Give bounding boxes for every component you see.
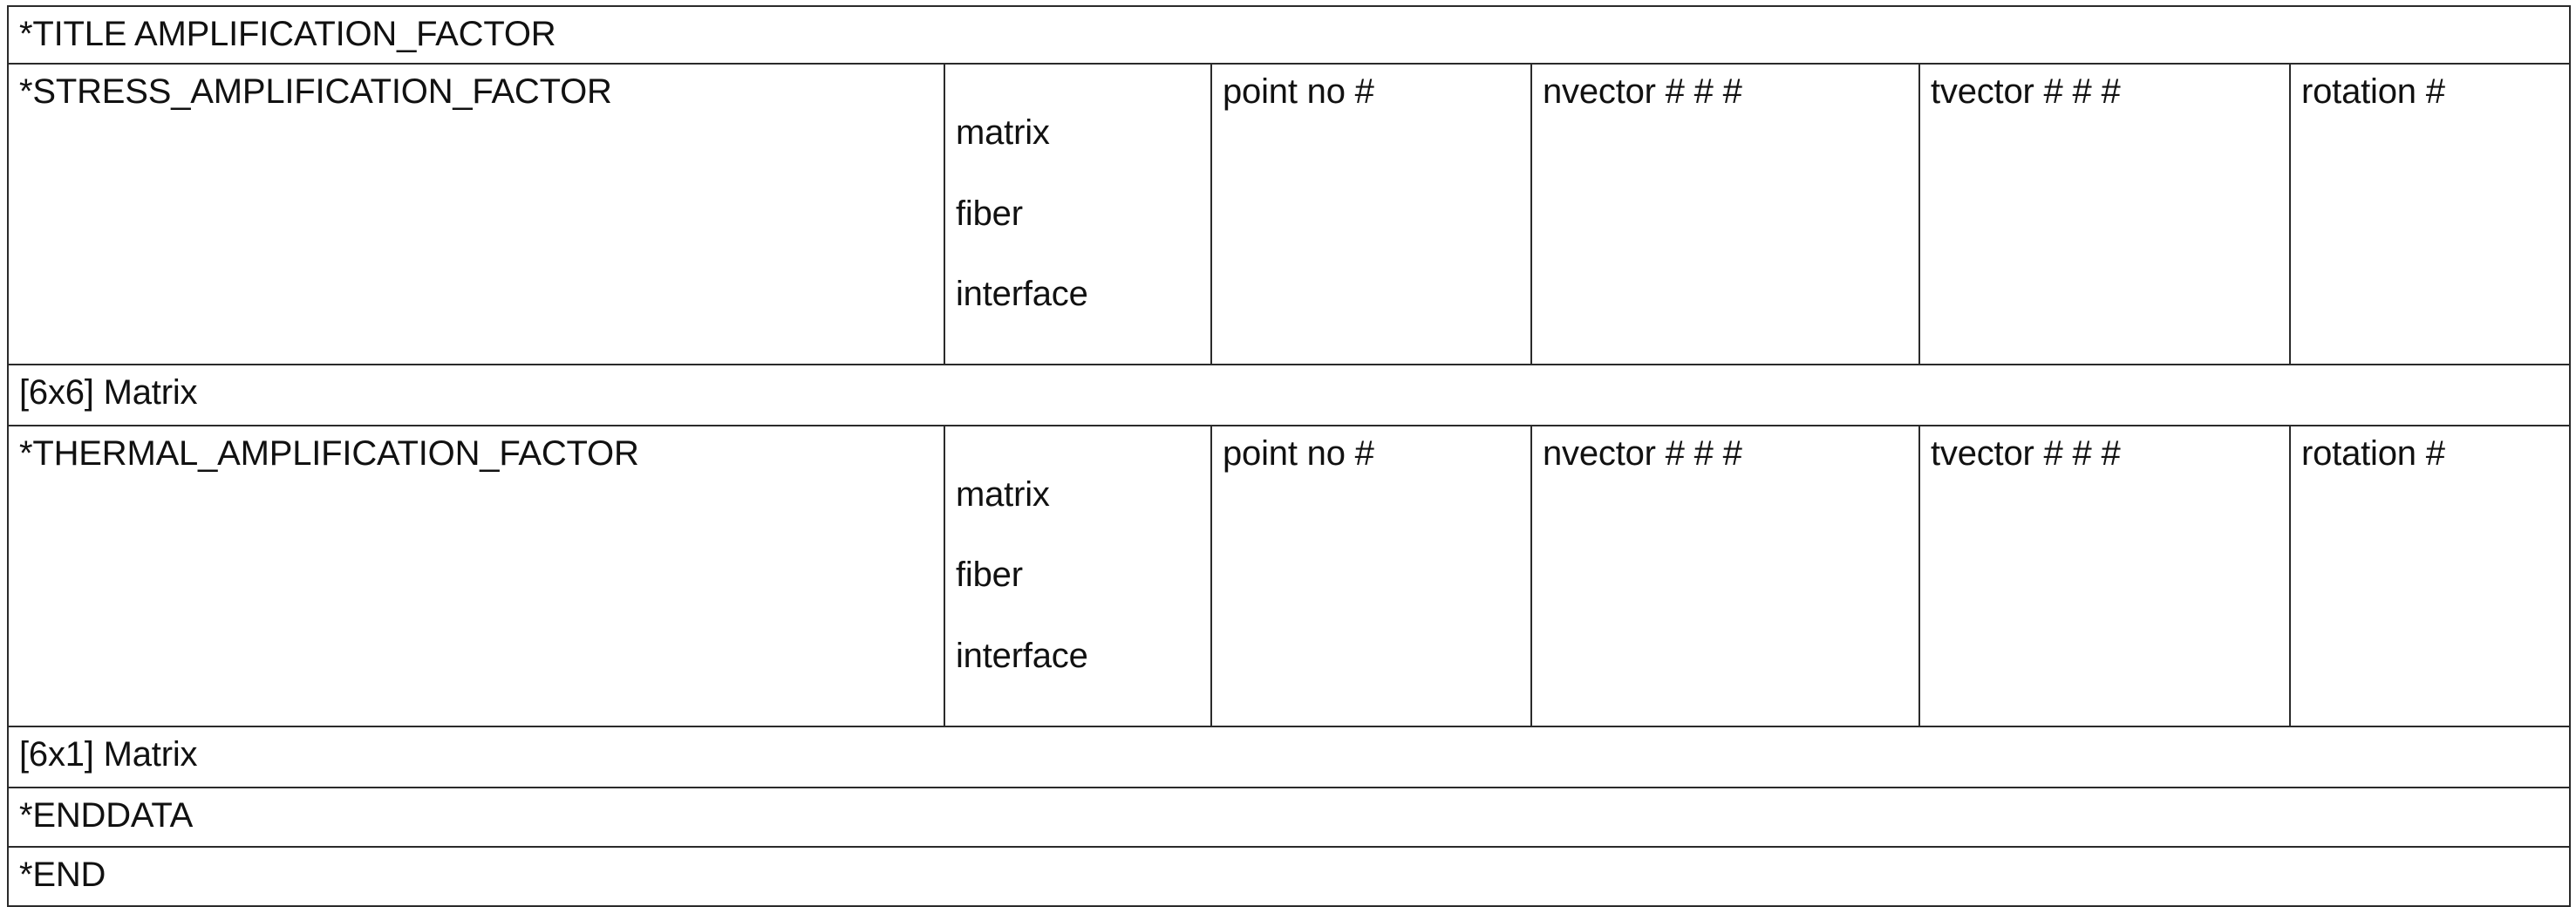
stress-tvector-cell: tvector # # # <box>1918 63 2291 366</box>
thermal-phase-interface: interface <box>956 637 1088 676</box>
document-sheet: *TITLE AMPLIFICATION_FACTOR *STRESS_AMPL… <box>0 0 2576 907</box>
amplification-factor-spec-table: *TITLE AMPLIFICATION_FACTOR *STRESS_AMPL… <box>6 4 2572 907</box>
thermal-matrix-shape-cell: [6x1] Matrix <box>6 725 2572 788</box>
table-row-stress-matrix: [6x6] Matrix <box>6 364 2572 427</box>
thermal-phase-fiber: fiber <box>956 556 1023 595</box>
stress-directive-cell: *STRESS_AMPLIFICATION_FACTOR <box>7 63 945 366</box>
stress-point-cell: point no # <box>1210 63 1532 366</box>
end-directive-cell: *END <box>6 845 2572 907</box>
thermal-point-cell: point no # <box>1210 425 1532 727</box>
thermal-rotation-cell: rotation # <box>2288 425 2572 727</box>
thermal-nvector-cell: nvector # # # <box>1530 425 1920 727</box>
table-row-title: *TITLE AMPLIFICATION_FACTOR <box>6 4 2572 65</box>
stress-phase-matrix: matrix <box>956 113 1050 152</box>
table-row-enddata: *ENDDATA <box>6 786 2572 848</box>
stress-phase-cell: matrix fiber interface <box>944 63 1212 366</box>
stress-matrix-shape-cell: [6x6] Matrix <box>6 364 2572 427</box>
title-directive-cell: *TITLE AMPLIFICATION_FACTOR <box>6 4 2572 65</box>
thermal-phase-matrix: matrix <box>956 474 1050 514</box>
thermal-directive-cell: *THERMAL_AMPLIFICATION_FACTOR <box>7 425 945 727</box>
table-row-thermal-matrix: [6x1] Matrix <box>6 725 2572 788</box>
thermal-phase-cell: matrix fiber interface <box>944 425 1212 727</box>
enddata-directive-cell: *ENDDATA <box>6 786 2572 848</box>
table-row-thermal-amplification-factor: *THERMAL_AMPLIFICATION_FACTOR matrix fib… <box>7 425 2572 727</box>
stress-phase-fiber: fiber <box>956 194 1023 233</box>
thermal-tvector-cell: tvector # # # <box>1918 425 2291 727</box>
stress-nvector-cell: nvector # # # <box>1530 63 1920 366</box>
stress-rotation-cell: rotation # <box>2288 63 2572 366</box>
table-row-end: *END <box>6 845 2572 907</box>
table-row-stress-amplification-factor: *STRESS_AMPLIFICATION_FACTOR matrix fibe… <box>7 63 2572 366</box>
stress-phase-interface: interface <box>956 275 1088 314</box>
